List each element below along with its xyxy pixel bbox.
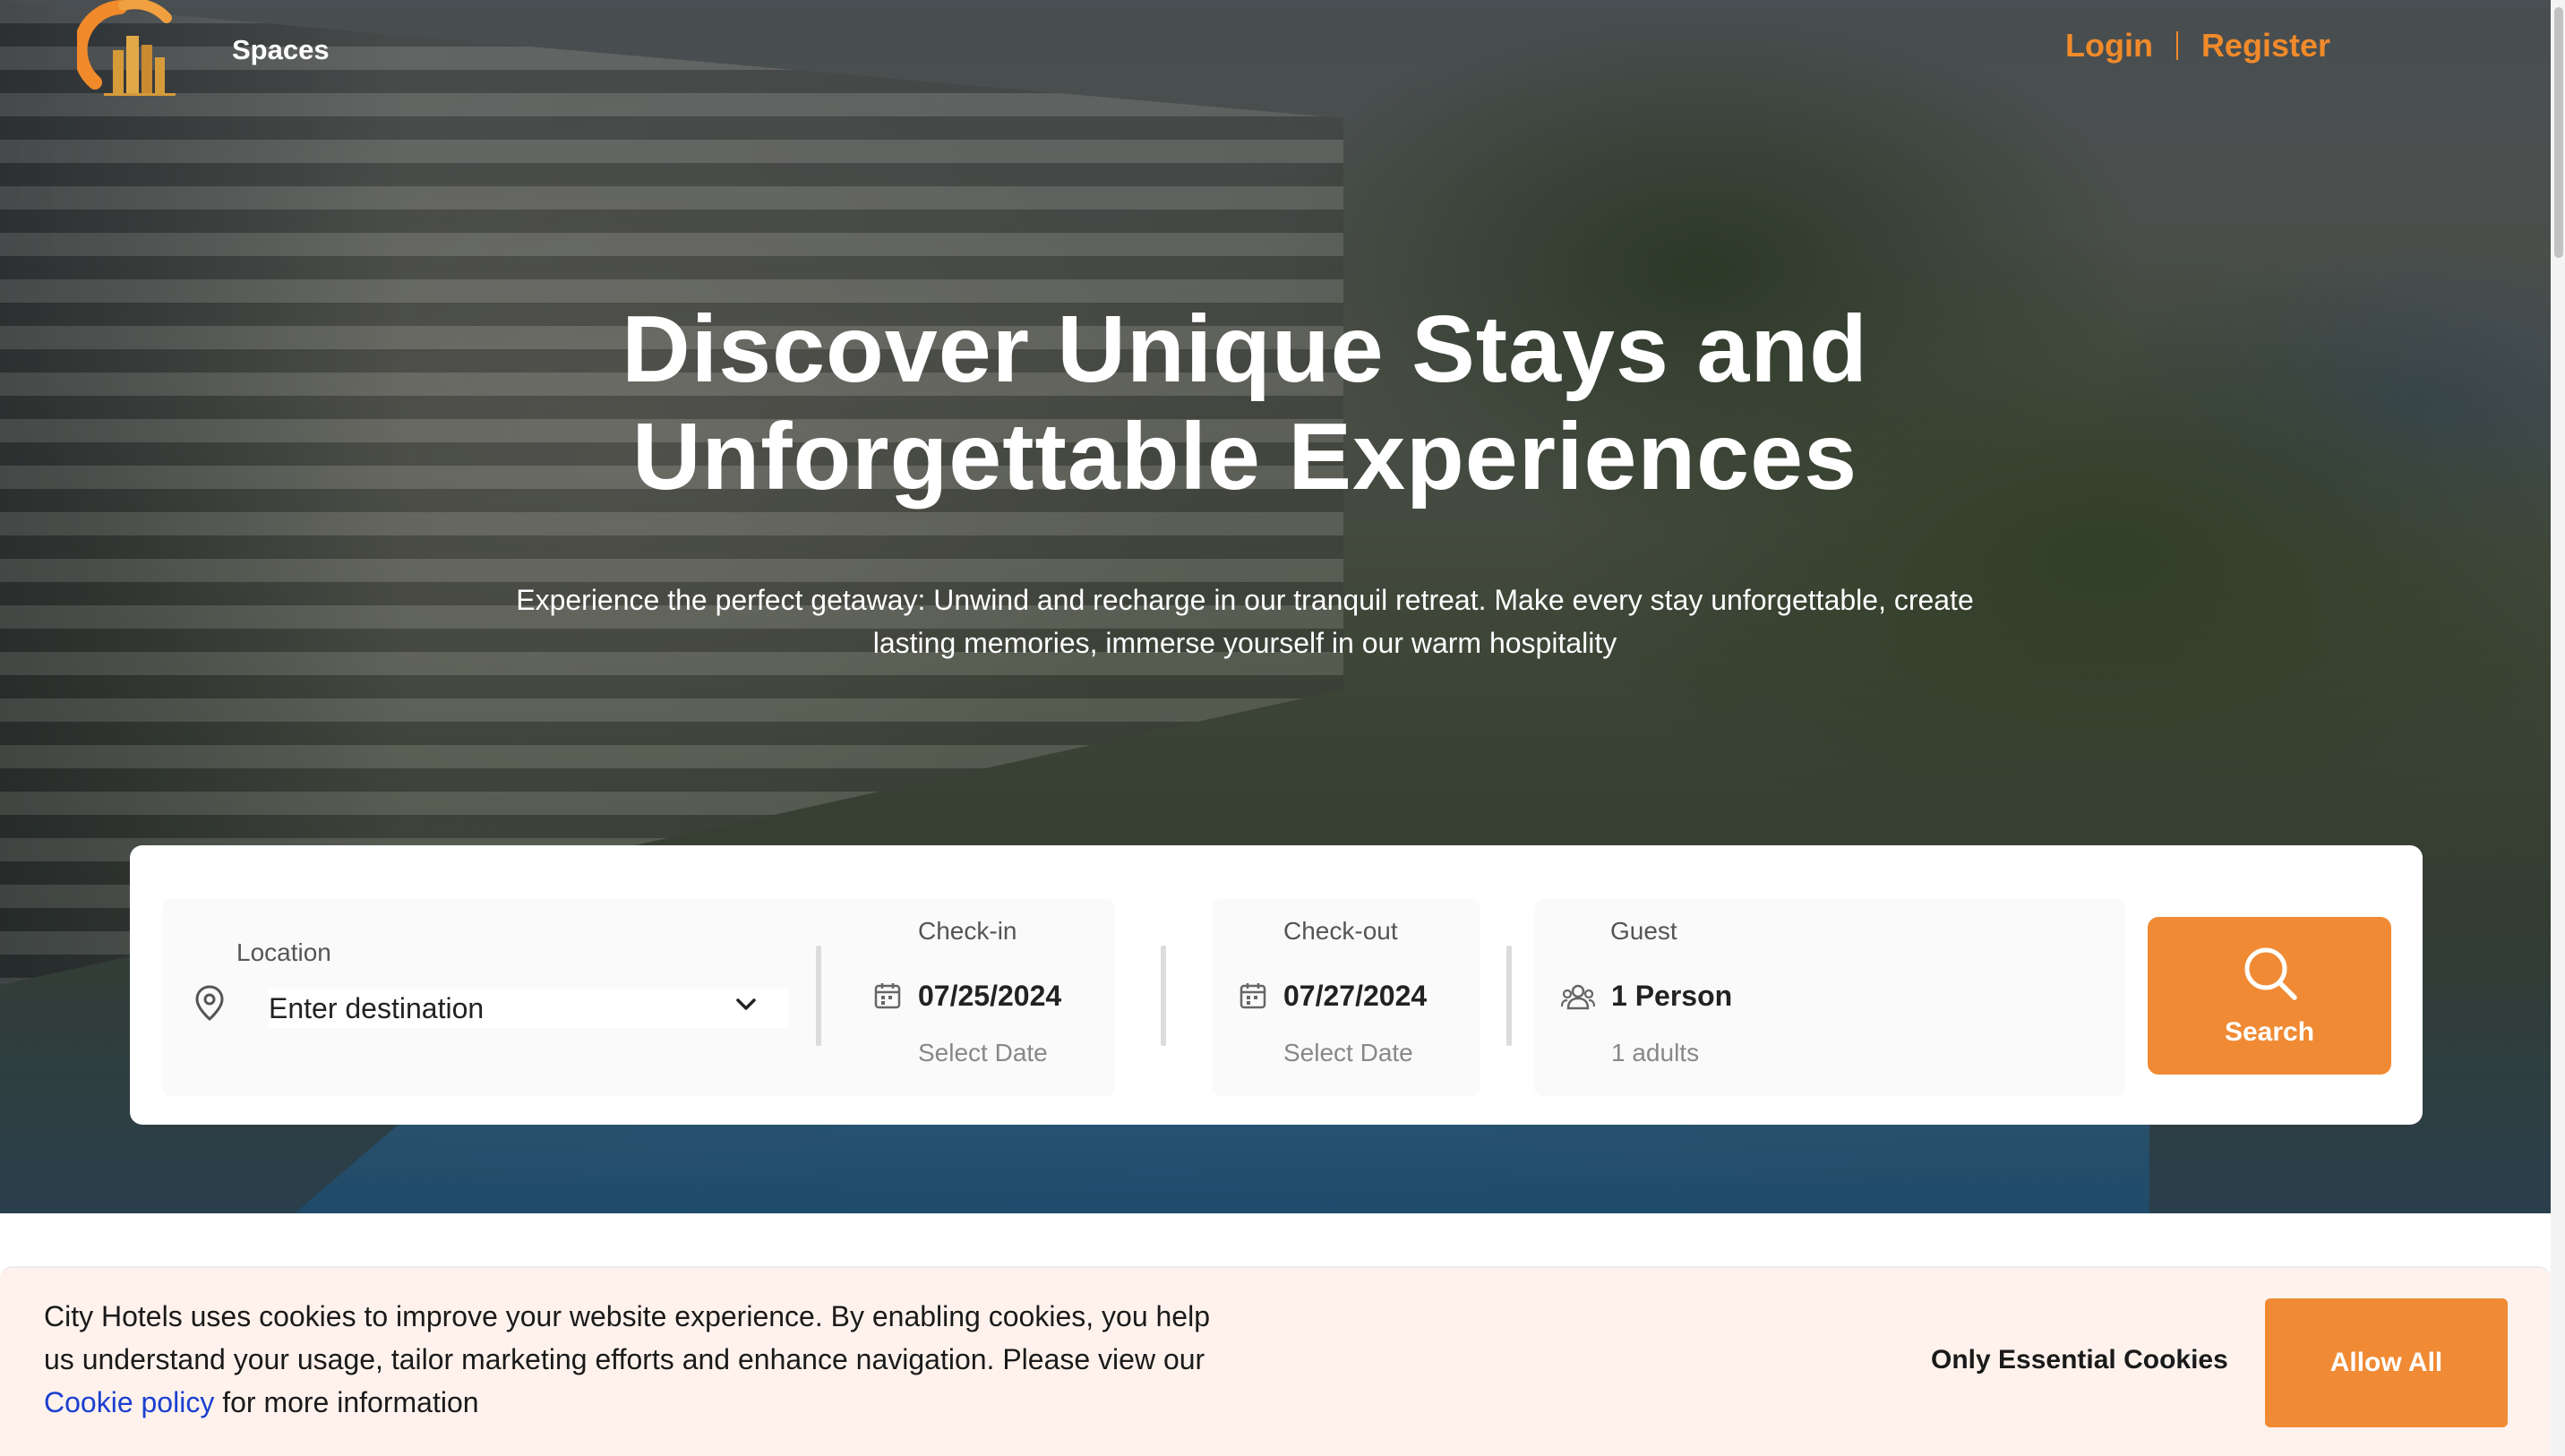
cookie-policy-link[interactable]: Cookie policy: [44, 1386, 214, 1418]
cookie-message: City Hotels uses cookies to improve your…: [44, 1295, 1235, 1424]
checkout-date: 07/27/2024: [1283, 980, 1428, 1012]
field-divider: [1506, 946, 1512, 1046]
calendar-icon: [1239, 981, 1267, 1015]
location-label: Location: [236, 938, 331, 966]
hero-headline: Discover Unique Stays and Unforgettable …: [0, 295, 2490, 510]
calendar-icon: [873, 981, 902, 1015]
allow-all-cookies-button[interactable]: Allow All: [2265, 1298, 2508, 1427]
cookie-text-after: for more information: [214, 1386, 479, 1418]
scrollbar-thumb[interactable]: [2554, 7, 2563, 258]
guest-field[interactable]: Guest 1 Person 1 adults: [1534, 899, 2125, 1096]
field-divider: [1161, 946, 1166, 1046]
checkout-field[interactable]: Check-out 07/27/2024 Select Date: [1212, 899, 1480, 1096]
cookie-text-before: City Hotels uses cookies to improve your…: [44, 1300, 1210, 1375]
city-hotels-logo[interactable]: [73, 0, 193, 100]
checkout-label: Check-out: [1283, 917, 1398, 945]
brand-name[interactable]: Spaces: [232, 34, 330, 66]
auth-separator: [2175, 31, 2178, 60]
hero-subline: Experience the perfect getaway: Unwind a…: [516, 584, 1974, 659]
auth-links: Login Register: [2065, 27, 2330, 64]
search-icon: [2241, 944, 2300, 1006]
hero-headline-line2: Unforgettable Experiences: [631, 404, 1858, 510]
login-link[interactable]: Login: [2065, 27, 2153, 64]
page-scrollbar[interactable]: [2551, 0, 2565, 1456]
location-field[interactable]: Location: [162, 899, 925, 1096]
users-icon: [1560, 983, 1596, 1015]
checkin-select-date: Select Date: [918, 1039, 1048, 1066]
guest-count: 1 Person: [1611, 980, 1733, 1012]
field-divider: [816, 946, 821, 1046]
register-link[interactable]: Register: [2201, 27, 2330, 64]
destination-input[interactable]: [269, 989, 788, 1028]
search-button-label: Search: [2224, 1017, 2315, 1047]
search-button[interactable]: Search: [2148, 917, 2391, 1075]
only-essential-cookies-button[interactable]: Only Essential Cookies: [1931, 1345, 2228, 1375]
map-pin-icon: [194, 985, 225, 1025]
guest-adults: 1 adults: [1611, 1039, 1700, 1066]
checkin-label: Check-in: [918, 917, 1017, 945]
checkin-date: 07/25/2024: [918, 980, 1062, 1012]
hero-headline-line1: Discover Unique Stays and: [622, 296, 1868, 402]
cookie-banner: City Hotels uses cookies to improve your…: [0, 1266, 2551, 1456]
guest-label: Guest: [1610, 917, 1677, 945]
checkin-field[interactable]: Check-in 07/25/2024 Select Date: [846, 899, 1115, 1096]
chevron-down-icon[interactable]: [735, 998, 757, 1016]
search-card: Location Check-in 07/25/2024 Sel: [130, 845, 2423, 1125]
checkout-select-date: Select Date: [1283, 1039, 1413, 1066]
